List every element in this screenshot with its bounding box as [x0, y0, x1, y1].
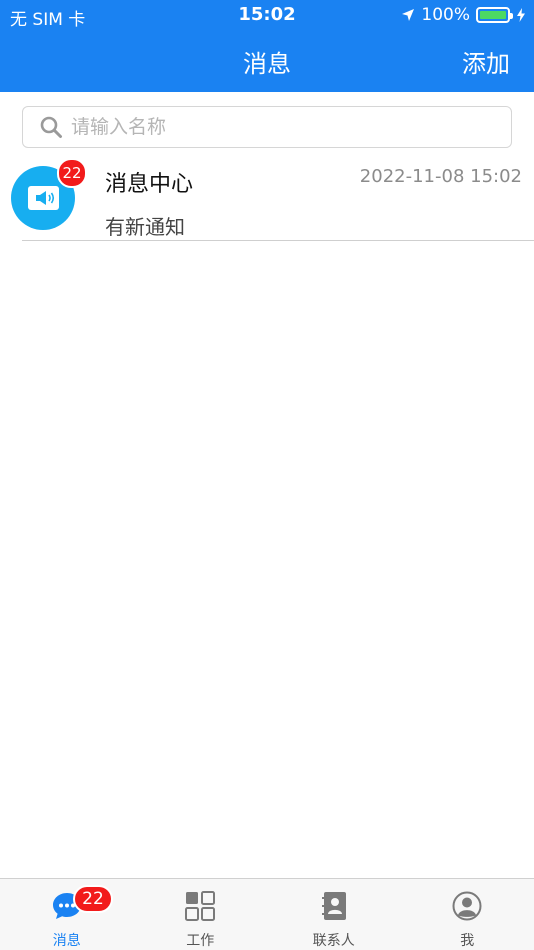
tab-label: 消息 [52, 933, 81, 949]
status-bar: 无 SIM 卡 15:02 100% [0, 0, 534, 30]
page-title: 消息 [243, 50, 291, 78]
tab-label: 工作 [186, 933, 215, 949]
grid-icon [185, 891, 216, 921]
tab-work[interactable]: 工作 [134, 879, 268, 950]
search-input[interactable] [71, 116, 491, 138]
battery-percent: 100% [421, 5, 470, 25]
tab-label: 联系人 [312, 933, 355, 949]
list-divider [22, 240, 534, 241]
message-title: 消息中心 [105, 172, 194, 197]
tab-me[interactable]: 我 [401, 879, 534, 950]
status-right: 100% [401, 4, 526, 26]
search-icon [40, 116, 62, 138]
search-bar[interactable] [22, 106, 512, 148]
contacts-book-icon [321, 892, 346, 920]
battery-icon [476, 7, 513, 23]
location-arrow-icon [402, 9, 415, 21]
unread-badge: 22 [57, 158, 87, 188]
tab-unread-badge: 22 [73, 885, 113, 913]
add-button[interactable]: 添加 [462, 44, 510, 79]
top-bar: 无 SIM 卡 15:02 100% 消息 添加 [0, 0, 534, 92]
message-time: 2022-11-08 15:02 [359, 166, 522, 187]
message-item[interactable]: 22 消息中心 2022-11-08 15:02 有新通知 [0, 156, 534, 241]
tab-bar: 消息 22 工作 联系人 我 [0, 878, 534, 950]
charging-bolt-icon [517, 8, 525, 22]
tab-label: 我 [460, 933, 475, 949]
tab-messages[interactable]: 消息 22 [0, 879, 134, 950]
messages-screen: 无 SIM 卡 15:02 100% 消息 添加 请输入名称 22 消息中心 2… [0, 0, 534, 950]
user-profile-icon [452, 891, 482, 921]
tab-contacts[interactable]: 联系人 [267, 879, 401, 950]
message-subtitle: 有新通知 [105, 215, 185, 239]
